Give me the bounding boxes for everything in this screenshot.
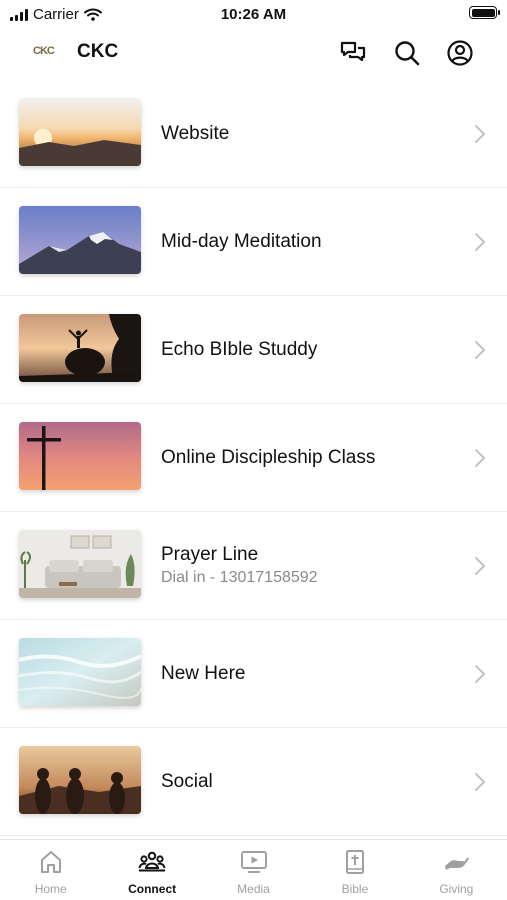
status-bar: Carrier 10:26 AM: [0, 0, 507, 28]
list-item-title: Online Discipleship Class: [161, 446, 376, 468]
list-item-social[interactable]: Social: [0, 728, 507, 836]
status-time: 10:26 AM: [220, 6, 287, 23]
thumbnail-people-image: [19, 746, 141, 814]
tab-label: Media: [237, 882, 270, 896]
tab-giving[interactable]: Giving: [406, 840, 507, 900]
chevron-right-icon: [473, 231, 487, 253]
battery-icon: [469, 6, 500, 19]
thumbnail-sunrise-image: [19, 98, 141, 166]
list-item-echo-bible-study[interactable]: Echo BIble Studdy: [0, 296, 507, 404]
thumbnail-mountain-image: [19, 206, 141, 274]
list-item-text: Social: [161, 728, 213, 835]
tab-label: Connect: [128, 882, 177, 896]
tab-home[interactable]: Home: [0, 840, 101, 900]
app-title: CKC: [77, 41, 119, 62]
tab-label: Giving: [439, 882, 474, 896]
status-right: [469, 6, 500, 19]
thumbnail-cross-image: [19, 422, 141, 490]
list-item-title: Social: [161, 770, 213, 792]
home-icon: [40, 851, 61, 873]
chevron-right-icon: [473, 771, 487, 793]
account-icon[interactable]: [445, 38, 475, 68]
list-item-title: Mid-day Meditation: [161, 230, 322, 252]
tab-bar: Home Connect Media Bible Giving: [0, 839, 507, 900]
giving-hand-icon: [445, 857, 470, 870]
list-item-text: Online Discipleship Class: [161, 404, 375, 511]
connect-list: Website Mid-day Meditation Echo BIble St…: [0, 80, 507, 836]
list-item-text: Mid-day Meditation: [161, 188, 322, 295]
list-item-new-here[interactable]: New Here: [0, 620, 507, 728]
list-item-text: Prayer Line Dial in - 13017158592: [161, 512, 318, 619]
list-item-title: Website: [161, 122, 230, 144]
thumbnail-silhouette-image: [19, 314, 141, 382]
chevron-right-icon: [473, 663, 487, 685]
chat-icon[interactable]: [338, 38, 368, 68]
group-icon: [138, 851, 166, 872]
chevron-right-icon: [473, 447, 487, 469]
search-icon[interactable]: [392, 38, 422, 68]
chevron-right-icon: [473, 555, 487, 577]
list-item-subtitle: Dial in - 13017158592: [161, 569, 318, 586]
tab-bible[interactable]: Bible: [304, 840, 405, 900]
bible-icon: [345, 850, 364, 874]
list-item-online-discipleship-class[interactable]: Online Discipleship Class: [0, 404, 507, 512]
list-item-title: Prayer Line: [161, 544, 259, 565]
list-item-text: Echo BIble Studdy: [161, 296, 317, 403]
app-header: CKC CKC: [0, 28, 507, 78]
thumbnail-living-room-image: [19, 530, 141, 598]
tab-label: Home: [34, 882, 67, 896]
thumbnail-ocean-image: [19, 638, 141, 706]
list-item-prayer-line[interactable]: Prayer Line Dial in - 13017158592: [0, 512, 507, 620]
list-item-title: New Here: [161, 662, 246, 684]
app-logo[interactable]: CKC: [33, 45, 55, 57]
tab-connect[interactable]: Connect: [101, 840, 202, 900]
tab-label: Bible: [341, 882, 369, 896]
list-item-text: New Here: [161, 620, 245, 727]
media-play-icon: [240, 851, 267, 873]
chevron-right-icon: [473, 339, 487, 361]
chevron-right-icon: [473, 123, 487, 145]
tab-media[interactable]: Media: [203, 840, 304, 900]
list-item-website[interactable]: Website: [0, 80, 507, 188]
list-item-mid-day-meditation[interactable]: Mid-day Meditation: [0, 188, 507, 296]
list-item-title: Echo BIble Studdy: [161, 338, 318, 360]
list-item-text: Website: [161, 80, 229, 187]
